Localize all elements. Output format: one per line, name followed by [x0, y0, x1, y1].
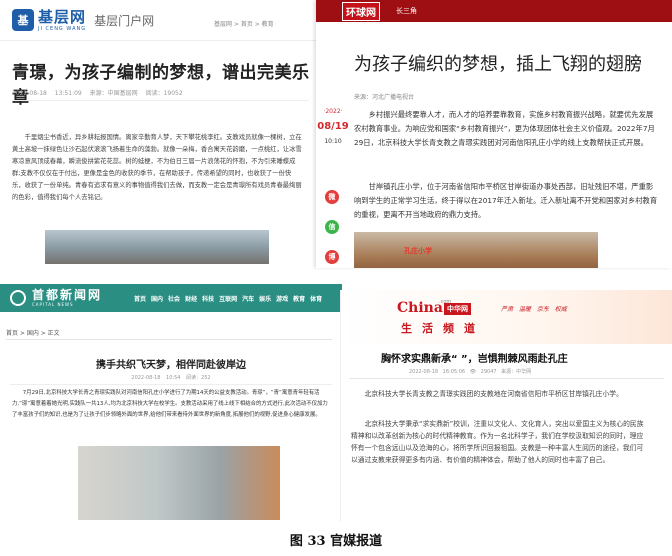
capital-news-crumb-divider — [6, 339, 332, 340]
huanqiu-source: 来源：河北广播电视台 — [354, 94, 415, 101]
nav-item-domestic[interactable]: 国内 — [151, 294, 163, 303]
nav-item-games[interactable]: 游戏 — [276, 294, 288, 303]
chinacom-divider — [349, 378, 664, 379]
jiceng-article-panel: 基 基层网 JI CENG WANG 基层门户网 基层网 > 首页 > 教育 青… — [0, 0, 322, 264]
chinacom-article-panel: China .com 中华网 生活频道 严肃 温暖 京东 权威 胸怀求实鼎新承“… — [340, 290, 672, 522]
jiceng-divider — [12, 100, 309, 101]
capital-news-article-body: 7月29日,北京科技大学长青之青璟实践队对河南信阳孔庄小学进行了为期14天的公益… — [12, 390, 328, 418]
chinacom-logo-box: 中华网 — [444, 303, 471, 315]
huanqiu-header: 环球网 长三角 — [316, 0, 672, 22]
huanqiu-date-block: ·2022· 08/19 10:10 — [316, 108, 350, 145]
jiceng-brand-en: JI CENG WANG — [38, 25, 87, 32]
nav-item-auto[interactable]: 汽车 — [242, 294, 254, 303]
capital-news-nav: 首页 国内 社会 财经 科技 互联网 汽车 娱乐 游戏 教育 体育 — [134, 294, 322, 303]
nav-item-education[interactable]: 教育 — [293, 294, 305, 303]
huanqiu-logo[interactable]: 环球网 — [342, 1, 380, 21]
nav-item-entertainment[interactable]: 娱乐 — [259, 294, 271, 303]
jiceng-reads: 阅读：19052 — [145, 90, 183, 97]
nav-item-finance[interactable]: 财经 — [185, 294, 197, 303]
chinacom-logo[interactable]: China — [397, 300, 443, 316]
wechat-icon[interactable]: 信 — [325, 220, 339, 234]
jiceng-source: 来源：中国基层网 — [89, 90, 138, 97]
huanqiu-date-time: 10:10 — [324, 138, 342, 145]
huanqiu-date-day: 08/19 — [317, 121, 349, 132]
capital-news-date: 2022-08-18 10:54 — [131, 375, 181, 381]
jiceng-article-body: 千里烟尘书香近，异乡耕耘报国情。离家辛勤育人梦，天下攀花桃李红。支教戏员就像一棵… — [12, 134, 302, 201]
chinacom-date: 2022-08-18 16:05:06 — [409, 369, 466, 375]
chinacom-banner: China .com 中华网 生活频道 严肃 温暖 京东 权威 — [341, 290, 672, 344]
huanqiu-channel[interactable]: 长三角 — [396, 6, 417, 16]
capital-news-brand-name: 首都新闻网 — [32, 288, 103, 302]
nav-item-sports[interactable]: 体育 — [310, 294, 322, 303]
nav-item-internet[interactable]: 互联网 — [219, 294, 237, 303]
capital-news-meta: 2022-08-18 10:54 阅读：252 — [0, 374, 342, 381]
chinacom-source: 来源：中华网 — [501, 369, 532, 375]
weibo-round-icon[interactable]: 博 — [325, 250, 339, 264]
capital-news-breadcrumb[interactable]: 首页 > 国内 > 正文 — [6, 328, 60, 337]
capital-news-brand: 首都新闻网 CAPITAL NEWS — [32, 289, 102, 307]
chinacom-paragraph: 北京科技大学秉承“求实鼎新”校训，注重以文化人、文化育人，突出以爱国主义为核心的… — [351, 420, 644, 464]
jiceng-brand-name: 基层网 — [38, 7, 87, 26]
eye-icon: 👁 — [469, 369, 477, 375]
chinacom-meta: 2022-08-18 16:05:06 👁 29047 来源：中华网 — [409, 368, 531, 375]
capital-news-brand-en: CAPITAL NEWS — [32, 302, 74, 307]
figure-caption: 图 33 官媒报道 — [289, 534, 383, 549]
chinacom-reads: 29047 — [480, 369, 497, 375]
nav-item-society[interactable]: 社会 — [168, 294, 180, 303]
jiceng-article-meta: 2022-08-18 13:51:09 来源：中国基层网 阅读：19052 — [12, 88, 183, 97]
huanqiu-photo-sign: 孔庄小学 — [404, 247, 432, 255]
jiceng-article-photo — [45, 230, 269, 264]
jiceng-portal-label: 基层门户网 — [94, 13, 155, 28]
capital-news-article-photo — [78, 446, 280, 520]
chinacom-channel[interactable]: 生活频道 — [401, 320, 485, 336]
huanqiu-article-panel: 环球网 长三角 为孩子编织的梦想，插上飞翔的翅膀 来源：河北广播电视台 ·202… — [316, 0, 672, 268]
huanqiu-article-title: 为孩子编织的梦想，插上飞翔的翅膀 — [354, 54, 642, 75]
capital-news-divider — [10, 384, 332, 385]
chinacom-paragraph: 北京科技大学长青支教之青璟实践团的支教地在河南省信阳市平桥区甘岸镇孔庄小学。 — [364, 390, 623, 398]
jiceng-breadcrumb[interactable]: 基层网 > 首页 > 教育 — [214, 19, 274, 28]
capital-news-panel: 首都新闻网 CAPITAL NEWS 首页 国内 社会 财经 科技 互联网 汽车… — [0, 284, 342, 520]
nav-item-tech[interactable]: 科技 — [202, 294, 214, 303]
jiceng-logo-icon[interactable]: 基 — [12, 9, 34, 31]
chinacom-article-title: 胸怀求实鼎新承“ ”，岂惧荆棘风雨赴孔庄 — [381, 354, 568, 365]
huanqiu-paragraph: 乡村振兴最终要靠人才，而人才的培养要靠教育，实施乡村教育振兴战略，就要优先发展农… — [354, 110, 655, 147]
capital-news-logo-icon[interactable] — [10, 290, 26, 306]
jiceng-brand: 基层网 JI CENG WANG — [38, 9, 86, 32]
capital-news-article-title: 携手共织飞天梦，相伴同赴彼岸边 — [96, 360, 246, 371]
capital-news-header: 首都新闻网 CAPITAL NEWS 首页 国内 社会 财经 科技 互联网 汽车… — [0, 284, 342, 312]
chinacom-slogan: 严肃 温暖 京东 权威 — [501, 306, 567, 313]
capital-news-reads: 阅读：252 — [186, 375, 211, 381]
huanqiu-date-year: ·2022· — [323, 108, 343, 115]
huanqiu-article-photo — [354, 232, 598, 268]
huanqiu-paragraph: 甘岸镇孔庄小学，位于河南省信阳市平桥区甘岸街道办事处西部，旧址残旧不堪，严重影响… — [354, 182, 658, 219]
nav-item-home[interactable]: 首页 — [134, 294, 146, 303]
jiceng-date: 2022-08-18 13:51:09 — [12, 90, 82, 97]
weibo-icon[interactable]: 微 — [325, 190, 339, 204]
